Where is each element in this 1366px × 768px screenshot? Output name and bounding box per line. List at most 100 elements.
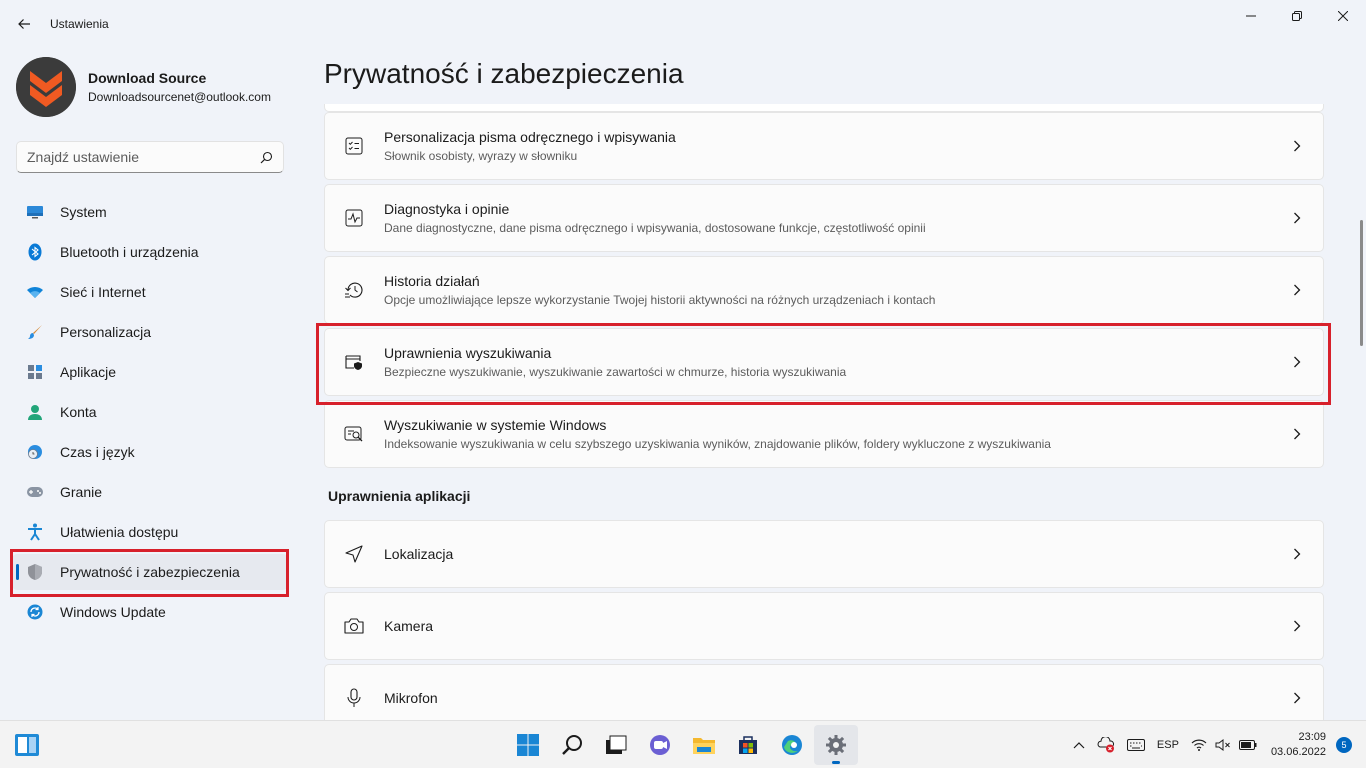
wifi-icon — [1191, 739, 1207, 751]
search-input[interactable] — [27, 149, 260, 165]
card-location[interactable]: Lokalizacja — [324, 520, 1324, 588]
card-highlight-box — [316, 323, 1331, 405]
close-icon — [1338, 11, 1348, 21]
card-title: Lokalizacja — [384, 546, 454, 562]
restore-icon — [1292, 11, 1302, 21]
search-window-icon — [343, 423, 365, 445]
taskbar-apps — [506, 725, 858, 765]
edge-button[interactable] — [770, 725, 814, 765]
search-icon — [260, 151, 273, 163]
language-indicator[interactable]: ESP — [1157, 739, 1179, 751]
task-view-button[interactable] — [594, 725, 638, 765]
bluetooth-icon — [26, 243, 44, 261]
chat-button[interactable] — [638, 725, 682, 765]
settings-app-button[interactable] — [814, 725, 858, 765]
card-subtitle: Słownik osobisty, wyrazy w słowniku — [384, 149, 578, 163]
sidebar-item-network[interactable]: Sieć i Internet — [12, 274, 288, 310]
card-windows-search[interactable]: Wyszukiwanie w systemie Windows Indeksow… — [324, 400, 1324, 468]
camera-icon — [343, 615, 365, 637]
sidebar-item-accounts[interactable]: Konta — [12, 394, 288, 430]
start-button[interactable] — [506, 725, 550, 765]
quick-settings-button[interactable] — [1191, 739, 1257, 751]
clock[interactable]: 23:09 03.06.2022 — [1271, 730, 1326, 760]
clock-date: 03.06.2022 — [1270, 746, 1326, 758]
minimize-button[interactable] — [1228, 0, 1274, 32]
vertical-scrollbar[interactable] — [1360, 220, 1363, 346]
file-explorer-button[interactable] — [682, 725, 726, 765]
system-tray: ESP 23:09 03.06.2022 5 — [1067, 721, 1366, 768]
card-diagnostics-feedback[interactable]: Diagnostyka i opinie Dane diagnostyczne,… — [324, 184, 1324, 252]
card-camera[interactable]: Kamera — [324, 592, 1324, 660]
section-header-app-permissions: Uprawnienia aplikacji — [328, 488, 471, 504]
sidebar-item-gaming[interactable]: Granie — [12, 474, 288, 510]
wifi-icon — [26, 283, 44, 301]
page-title: Prywatność i zabezpieczenia — [324, 58, 684, 89]
person-icon — [26, 403, 44, 421]
brush-icon — [26, 323, 44, 341]
speaker-muted-icon — [1215, 739, 1230, 751]
chevron-up-icon — [1073, 742, 1085, 749]
back-arrow-icon — [18, 19, 30, 29]
chevron-right-icon — [1291, 212, 1303, 224]
chevron-right-icon — [1291, 140, 1303, 152]
sidebar-item-label: Sieć i Internet — [60, 284, 146, 300]
sidebar-item-label: Granie — [60, 484, 103, 500]
card-title: Kamera — [384, 618, 434, 634]
pulse-icon — [343, 207, 365, 229]
sidebar-item-apps[interactable]: Aplikacje — [12, 354, 288, 390]
show-hidden-icons-button[interactable] — [1073, 741, 1085, 749]
avatar — [16, 57, 76, 117]
microphone-icon — [343, 687, 365, 709]
card-activity-history[interactable]: Historia działań Opcje umożliwiające lep… — [324, 256, 1324, 324]
sidebar-item-bluetooth[interactable]: Bluetooth i urządzenia — [12, 234, 288, 270]
taskbar-search-button[interactable] — [550, 725, 594, 765]
sidebar-item-system[interactable]: System — [12, 194, 288, 230]
card-subtitle: Dane diagnostyczne, dane pisma odręczneg… — [384, 221, 926, 235]
card-text: Kamera — [384, 618, 433, 634]
clock-time: 23:09 — [1298, 731, 1326, 743]
card-text: Mikrofon — [384, 690, 438, 706]
keyboard-icon — [1126, 739, 1145, 751]
user-profile[interactable]: Download Source Downloadsourcenet@outloo… — [16, 56, 271, 118]
sidebar-item-windows-update[interactable]: Windows Update — [12, 594, 288, 630]
card-text: Historia działań Opcje umożliwiające lep… — [384, 273, 935, 307]
close-button[interactable] — [1320, 0, 1366, 32]
update-icon — [26, 603, 44, 621]
store-icon — [739, 736, 757, 754]
location-icon — [343, 543, 365, 565]
apps-icon — [26, 363, 44, 381]
clock-globe-icon — [26, 443, 44, 461]
chat-icon — [650, 735, 670, 755]
chevron-right-icon — [1291, 692, 1303, 704]
sidebar-item-accessibility[interactable]: Ułatwienia dostępu — [12, 514, 288, 550]
profile-name: Download Source — [88, 70, 207, 86]
chevron-right-icon — [1291, 284, 1303, 296]
profile-email: Downloadsourcenet@outlook.com — [88, 90, 271, 104]
previous-card-edge — [324, 104, 1324, 112]
sidebar-item-label: Bluetooth i urządzenia — [60, 244, 199, 260]
network-error-tray-icon[interactable] — [1097, 737, 1115, 753]
keyboard-tray-icon[interactable] — [1126, 739, 1145, 751]
gamepad-icon — [26, 483, 44, 501]
sidebar-item-label: Aplikacje — [60, 364, 117, 380]
card-handwriting-typing[interactable]: Personalizacja pisma odręcznego i wpisyw… — [324, 112, 1324, 180]
sidebar-item-personalization[interactable]: Personalizacja — [12, 314, 288, 350]
store-button[interactable] — [726, 725, 770, 765]
widgets-button[interactable] — [14, 733, 40, 757]
card-microphone[interactable]: Mikrofon — [324, 664, 1324, 720]
windows-logo-icon — [517, 734, 539, 756]
title-bar: Ustawienia — [0, 0, 1366, 48]
card-text: Lokalizacja — [384, 546, 453, 562]
battery-icon — [1238, 740, 1257, 750]
task-view-icon — [606, 735, 627, 754]
notification-badge[interactable]: 5 — [1336, 737, 1352, 753]
taskbar: ESP 23:09 03.06.2022 5 — [0, 720, 1366, 768]
sidebar-item-label: Konta — [60, 404, 97, 420]
nav-highlight-box — [10, 549, 289, 597]
restore-button[interactable] — [1274, 0, 1320, 32]
search-box[interactable] — [16, 141, 284, 173]
back-button[interactable] — [10, 10, 38, 38]
sidebar-item-time-language[interactable]: Czas i język — [12, 434, 288, 470]
checklist-icon — [343, 135, 365, 157]
card-text: Personalizacja pisma odręcznego i wpisyw… — [384, 129, 676, 163]
